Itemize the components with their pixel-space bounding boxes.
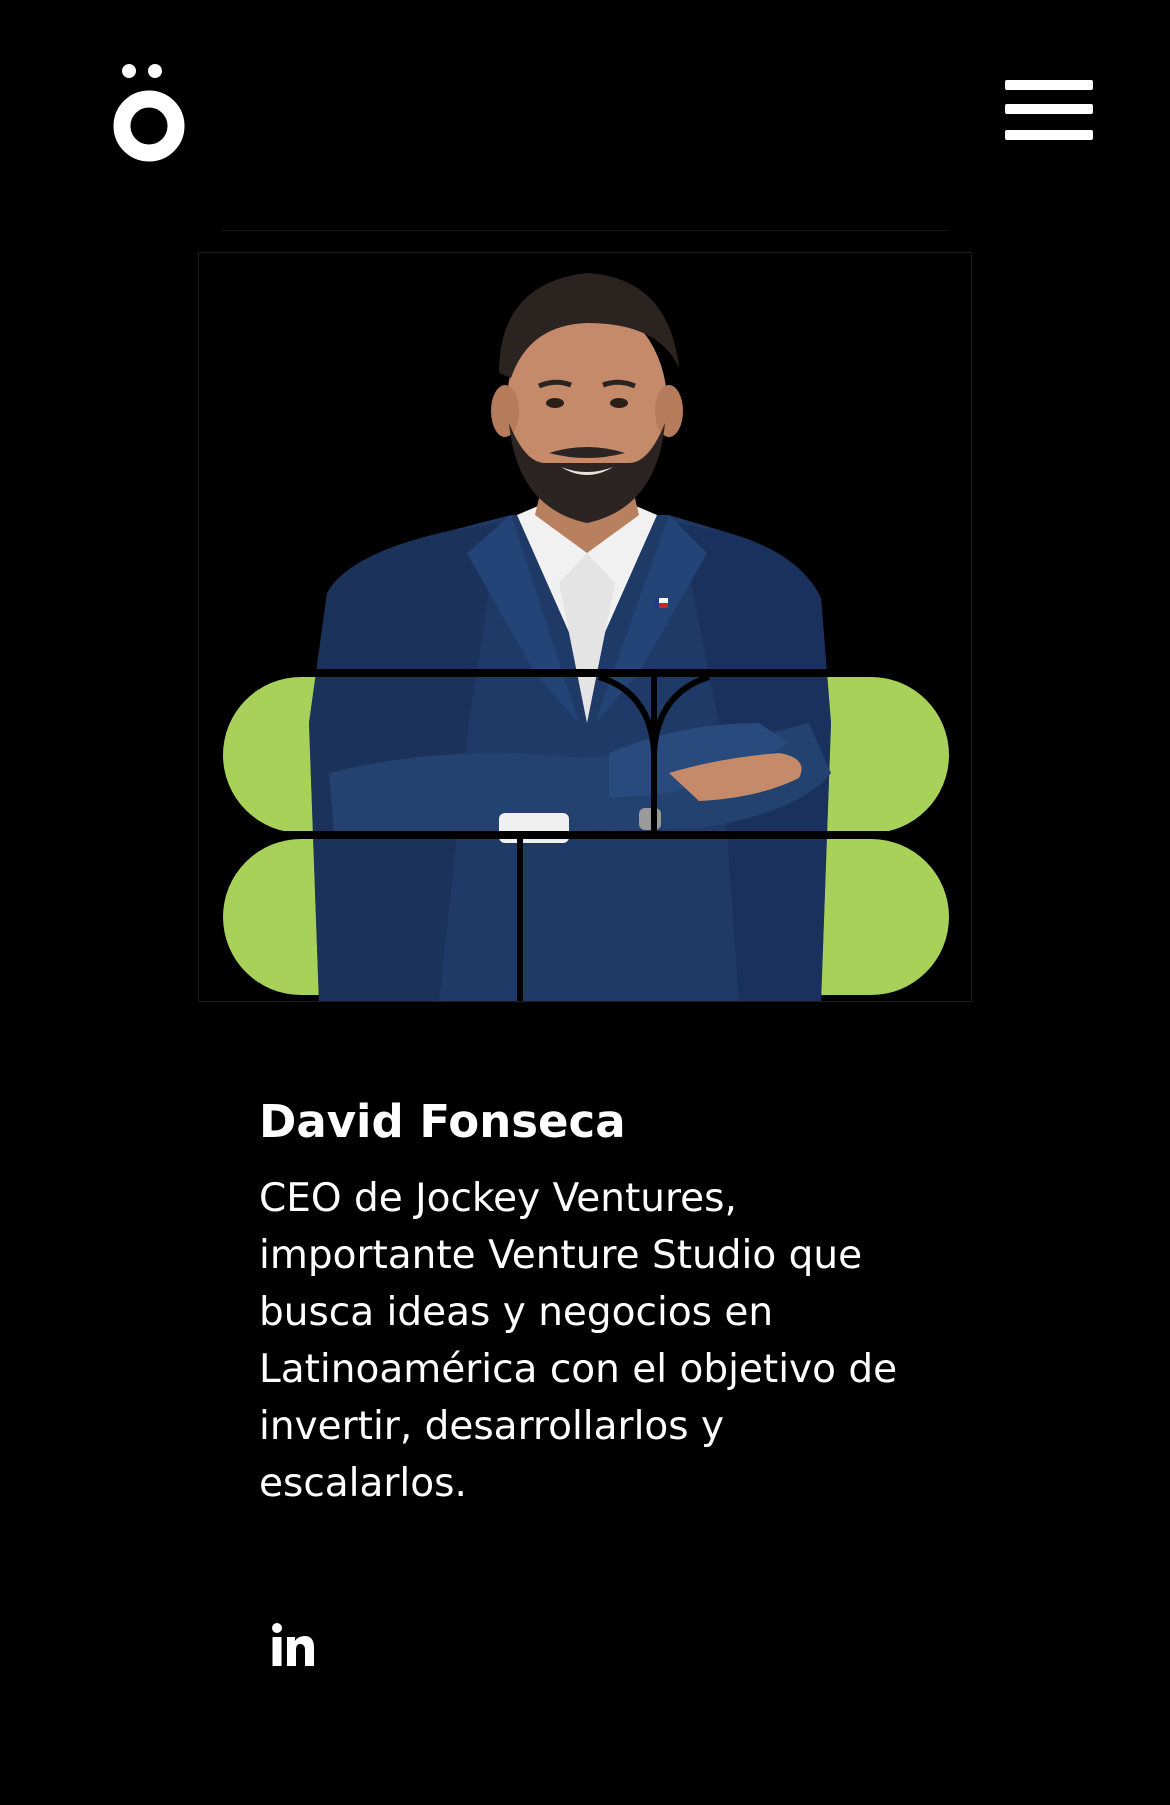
linkedin-link[interactable] — [268, 1620, 318, 1670]
watch — [639, 808, 661, 830]
menu-bar-top — [1005, 80, 1093, 90]
accent-divider-middle — [223, 831, 949, 839]
linkedin-icon — [272, 1623, 314, 1666]
accent-divider-vertical-top — [651, 669, 657, 839]
photo-top-divider — [222, 230, 948, 231]
speaker-bio: CEO de Jockey Ventures, importante Ventu… — [259, 1176, 898, 1506]
brand-logo[interactable] — [112, 62, 186, 162]
menu-bar-bottom — [1005, 130, 1093, 140]
o-umlaut-logo-icon — [113, 64, 185, 162]
menu-bar-middle — [1005, 104, 1093, 114]
speaker-photo-illustration — [223, 273, 949, 1001]
accent-divider-top — [223, 669, 949, 677]
hamburger-menu-button[interactable] — [1003, 80, 1095, 144]
speaker-photo — [198, 252, 972, 1002]
accent-divider-vertical-bottom — [517, 839, 523, 1001]
speaker-name: David Fonseca — [259, 1095, 626, 1148]
